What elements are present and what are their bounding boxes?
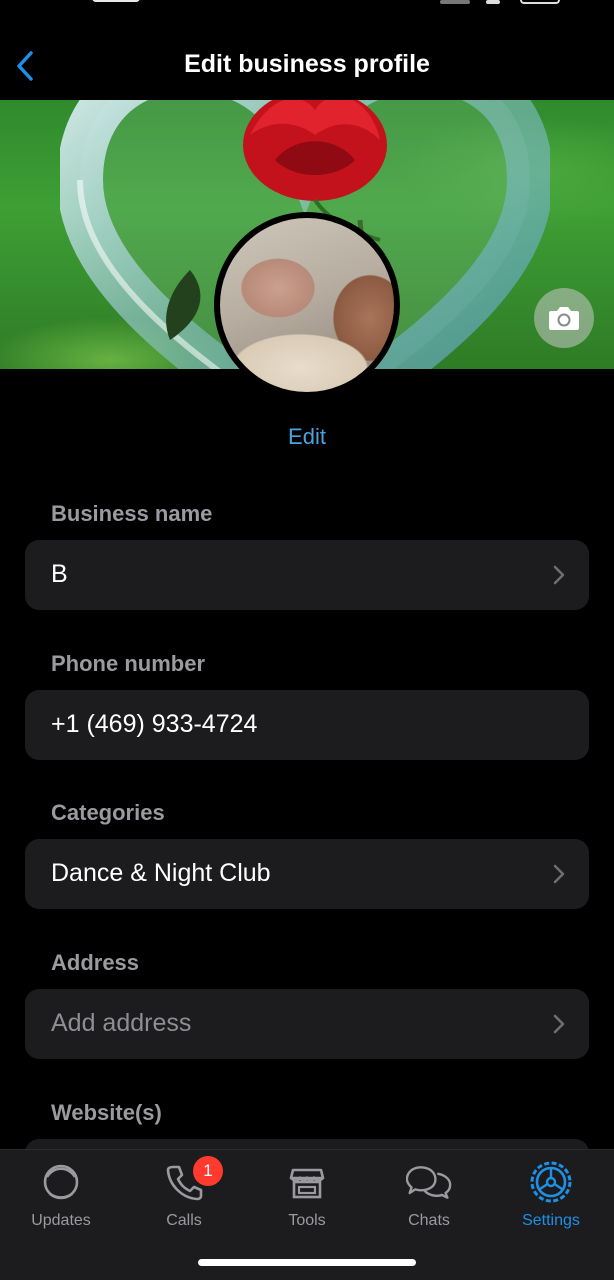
- address-placeholder: Add address: [51, 1009, 192, 1037]
- camera-icon: [549, 307, 579, 330]
- status-bar: [0, 0, 614, 10]
- chevron-right-icon: [553, 864, 565, 884]
- tab-updates[interactable]: Updates: [6, 1160, 116, 1240]
- categories-value: Dance & Night Club: [51, 859, 271, 887]
- edit-photo-link[interactable]: Edit: [0, 424, 614, 450]
- tab-settings-label: Settings: [522, 1212, 580, 1229]
- calls-badge: 1: [193, 1156, 223, 1186]
- page-title: Edit business profile: [184, 50, 430, 78]
- chat-bubbles-icon: [406, 1160, 452, 1204]
- change-cover-button[interactable]: [534, 288, 594, 348]
- websites-label: Website(s): [51, 1100, 162, 1125]
- tab-settings[interactable]: Settings: [496, 1160, 606, 1240]
- phone-number-field[interactable]: +1 (469) 933-4724: [25, 690, 589, 760]
- navigation-bar: Edit business profile: [0, 10, 614, 100]
- status-time: [92, 0, 140, 2]
- business-name-field[interactable]: B: [25, 540, 589, 610]
- phone-number-label: Phone number: [51, 651, 206, 676]
- signal-icon: [440, 0, 470, 4]
- phone-icon: 1: [161, 1156, 223, 1204]
- profile-photo[interactable]: [214, 212, 400, 398]
- tab-tools[interactable]: Tools: [252, 1160, 362, 1240]
- tab-tools-label: Tools: [288, 1212, 326, 1229]
- home-indicator: [198, 1259, 416, 1266]
- battery-icon: [520, 0, 560, 4]
- tab-calls-label: Calls: [166, 1212, 202, 1229]
- gear-icon: [528, 1160, 574, 1204]
- business-name-label: Business name: [51, 501, 213, 526]
- address-label: Address: [51, 950, 140, 975]
- chevron-right-icon: [553, 565, 565, 585]
- chevron-right-icon: [553, 1014, 565, 1034]
- categories-label: Categories: [51, 800, 165, 825]
- wifi-icon: [486, 0, 500, 4]
- phone-number-value: +1 (469) 933-4724: [51, 710, 258, 738]
- tab-chats-label: Chats: [408, 1212, 450, 1229]
- categories-field[interactable]: Dance & Night Club: [25, 839, 589, 909]
- address-field[interactable]: Add address: [25, 989, 589, 1059]
- tab-updates-label: Updates: [31, 1212, 91, 1229]
- storefront-icon: [284, 1160, 330, 1204]
- business-name-value: B: [51, 560, 68, 588]
- tab-chats[interactable]: Chats: [374, 1160, 484, 1240]
- tab-calls[interactable]: 1 Calls: [129, 1156, 239, 1240]
- updates-icon: [38, 1160, 84, 1204]
- avatar-image: [220, 218, 394, 392]
